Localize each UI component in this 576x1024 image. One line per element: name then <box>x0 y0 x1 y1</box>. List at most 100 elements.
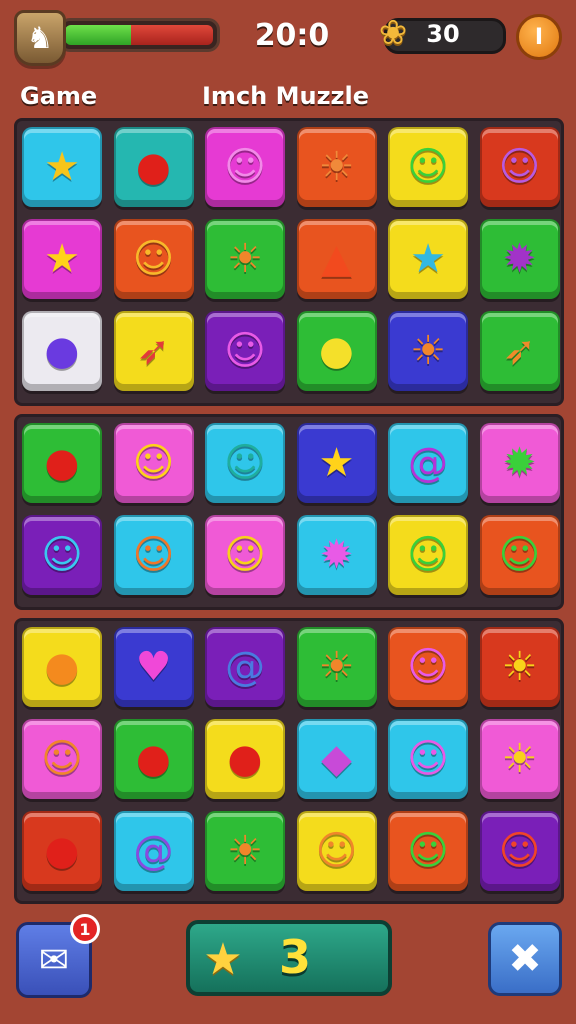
orange-monster-icon: ☺ <box>132 532 175 578</box>
tile-tomato[interactable]: ● <box>22 811 102 891</box>
tile-purple-star[interactable]: ✹ <box>479 219 560 299</box>
tile-pink-monster[interactable]: ☺ <box>388 627 468 707</box>
star-icon: ★ <box>203 933 243 985</box>
tile-green-blob[interactable]: ☺ <box>388 127 468 207</box>
sun-face-icon: ☀ <box>318 644 355 690</box>
blue-blob-icon: ☺ <box>41 532 83 578</box>
sun-face-icon: ☀ <box>318 144 355 190</box>
green-ghost-icon: ☺ <box>498 532 541 578</box>
timer: 20:0 <box>254 18 330 53</box>
tile-green-blob[interactable]: ☺ <box>388 811 468 891</box>
tile-shell[interactable]: ◆ <box>296 719 377 799</box>
game-label: Game <box>20 82 98 110</box>
tile-yellow-monster[interactable]: ☺ <box>205 515 285 595</box>
tile-orange-monster[interactable]: ☺ <box>22 719 102 799</box>
close-icon: ✖ <box>508 936 542 982</box>
tile-sun-face[interactable]: ☀ <box>296 627 377 707</box>
sun-face-icon: ☀ <box>410 328 446 374</box>
purple-swirl-icon: @ <box>408 440 448 486</box>
yellow-monster-icon: ☺ <box>224 532 266 578</box>
tile-feather[interactable]: ➶ <box>479 311 560 391</box>
tile-purple-blob[interactable]: ● <box>22 311 102 391</box>
apple-icon: ● <box>44 440 80 486</box>
tile-orange-fruit[interactable]: ● <box>22 627 102 707</box>
shell-icon: ◆ <box>321 736 352 782</box>
pause-button[interactable]: I <box>516 14 562 60</box>
tile-sun-face[interactable]: ☀ <box>296 127 377 207</box>
tile-sun-face[interactable]: ☀ <box>388 311 468 391</box>
orange-face-icon: ☺ <box>315 828 358 874</box>
tile-swirl[interactable]: @ <box>205 627 285 707</box>
tile-star[interactable]: ★ <box>22 219 102 299</box>
tile-star[interactable]: ★ <box>22 127 102 207</box>
purple-monster-icon: ☺ <box>498 144 541 190</box>
tile-sun-face[interactable]: ☀ <box>205 219 285 299</box>
star-icon: ★ <box>44 236 80 282</box>
tile-orange-monster[interactable]: ☺ <box>113 515 194 595</box>
green-blob-icon: ☺ <box>407 828 449 874</box>
chat-bubble-icon: ✉ <box>38 939 70 981</box>
pink-star-icon: ✹ <box>319 532 354 578</box>
face-icon: ☺ <box>132 236 175 282</box>
apple-icon: ● <box>136 736 171 782</box>
tile-face[interactable]: ☺ <box>113 219 194 299</box>
tile-carrot[interactable]: ▲ <box>296 219 377 299</box>
tile-orange-face[interactable]: ☺ <box>296 811 377 891</box>
heart-icon: ♥ <box>135 644 172 690</box>
tile-pink-monster[interactable]: ☺ <box>205 311 285 391</box>
tile-yellow-bird[interactable]: ● <box>296 311 377 391</box>
player-avatar[interactable]: ♞ <box>14 10 66 66</box>
tile-purple-monster[interactable]: ☺ <box>479 127 560 207</box>
tile-monster-face[interactable]: ☺ <box>205 127 285 207</box>
health-bar <box>58 18 220 52</box>
tile-green-ghost[interactable]: ☺ <box>479 515 560 595</box>
teal-monster-icon: ☺ <box>224 440 266 486</box>
tile-sun-face[interactable]: ☀ <box>205 811 285 891</box>
coin-bag-icon: ❀ <box>378 13 408 53</box>
tile-green-star[interactable]: ✹ <box>479 423 560 503</box>
green-blob-icon: ☺ <box>407 144 449 190</box>
tile-purple-swirl[interactable]: @ <box>388 423 468 503</box>
tile-apple[interactable]: ● <box>22 423 102 503</box>
tile-tomato[interactable]: ● <box>205 719 285 799</box>
purple-blob-icon: ● <box>44 328 80 374</box>
knight-icon: ♞ <box>26 20 54 56</box>
tile-purple-swirl[interactable]: @ <box>113 811 194 891</box>
health-bar-fill <box>65 25 132 45</box>
tile-rocket[interactable]: ➶ <box>113 311 194 391</box>
tile-star[interactable]: ★ <box>388 219 468 299</box>
tile-apple[interactable]: ● <box>113 719 194 799</box>
tile-heart[interactable]: ♥ <box>113 627 194 707</box>
tile-blue-blob[interactable]: ☺ <box>22 515 102 595</box>
coin-count: 30 <box>426 20 460 48</box>
yellow-sun-icon: ☀ <box>501 736 538 782</box>
orange-fruit-icon: ● <box>44 644 80 690</box>
puzzle-title: Imch Muzzle <box>202 82 370 110</box>
tile-teal-monster[interactable]: ☺ <box>205 423 285 503</box>
sun-face-icon: ☀ <box>227 236 263 282</box>
star-icon: ★ <box>318 440 355 486</box>
yellow-ghost-icon: ☺ <box>132 440 175 486</box>
tile-board-top: ★ ● ☺ ☀ ☺ ☺ ★ ☺ ☀ ▲ ★ ✹ ● ➶ ☺ ● ☀ ➶ <box>14 118 564 406</box>
tile-pink-blob[interactable]: ☺ <box>388 719 468 799</box>
pink-monster-icon: ☺ <box>407 644 449 690</box>
tomato-icon: ● <box>44 828 80 874</box>
tile-yellow-ghost[interactable]: ☺ <box>113 423 194 503</box>
yellow-bird-icon: ● <box>319 328 354 374</box>
monster-face-icon: ☺ <box>224 144 266 190</box>
pink-blob-icon: ☺ <box>407 736 449 782</box>
tile-pink-star[interactable]: ✹ <box>296 515 377 595</box>
tile-star[interactable]: ★ <box>296 423 377 503</box>
tile-yellow-sun[interactable]: ☀ <box>479 627 560 707</box>
tile-board-bottom: ● ♥ @ ☀ ☺ ☀ ☺ ● ● ◆ ☺ ☀ ● @ ☀ ☺ ☺ ☺ <box>14 618 564 904</box>
tile-apple[interactable]: ● <box>113 127 194 207</box>
moves-count: 3 <box>278 930 311 984</box>
green-star-icon: ✹ <box>502 440 537 486</box>
pause-icon: I <box>534 24 544 50</box>
tile-red-monster[interactable]: ☺ <box>479 811 560 891</box>
tile-yellow-sun[interactable]: ☀ <box>479 719 560 799</box>
top-bar: ♞ 20:0 ❀ 30 I <box>0 0 576 78</box>
pink-monster-icon: ☺ <box>224 328 266 374</box>
tile-green-blob[interactable]: ☺ <box>388 515 468 595</box>
close-button[interactable]: ✖ <box>488 922 562 996</box>
